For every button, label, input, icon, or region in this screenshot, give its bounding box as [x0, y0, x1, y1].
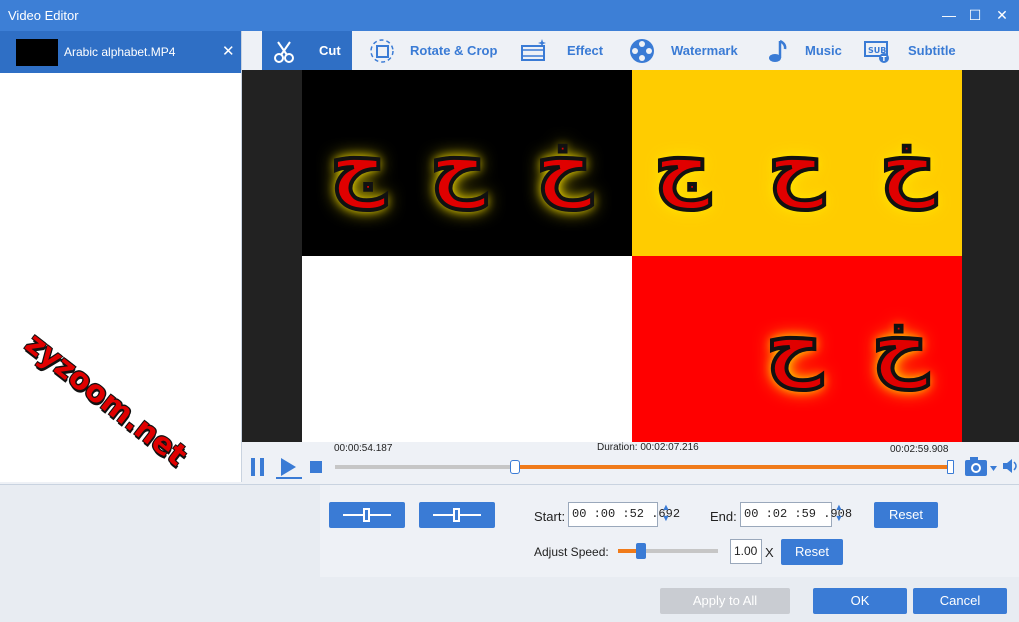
reset-time-button[interactable]: Reset [874, 502, 938, 528]
cut-panel: Start: 00 :00 :52 .692 ▲ ▼ End: 00 :02 :5… [320, 485, 1019, 577]
watermark-text: zyzoom.net [18, 326, 194, 474]
pause-icon[interactable] [250, 458, 266, 476]
end-time: 00:02:59.908 [890, 444, 949, 455]
stop-icon[interactable] [310, 461, 322, 473]
volume-icon[interactable] [1002, 458, 1019, 474]
arabic-letter: خ [878, 120, 938, 210]
duration-text: Duration: 00:02:07.216 [597, 442, 699, 453]
camera-icon[interactable] [964, 456, 998, 478]
cut-settings-area: Start: 00 :00 :52 .692 ▲ ▼ End: 00 :02 :5… [0, 484, 1019, 622]
tab-rotate-crop-label: Rotate & Crop [410, 43, 498, 58]
playback-controls: 00:00:54.187 Duration: 00:02:07.216 00:0… [242, 442, 1019, 484]
video-frame: ج ح خ ج ح خ ح خ [302, 70, 962, 442]
play-to-end-icon[interactable] [276, 457, 302, 479]
tab-subtitle-label: Subtitle [908, 43, 956, 58]
maximize-button[interactable]: ☐ [963, 4, 987, 26]
tab-cut-label: Cut [319, 43, 341, 58]
end-label: End: [710, 509, 737, 524]
tab-cut[interactable]: Cut [262, 31, 352, 70]
file-close-icon[interactable]: ✕ [222, 42, 235, 60]
quadrant-red: ح خ [632, 256, 962, 442]
speed-slider[interactable] [618, 543, 718, 559]
tab-music[interactable]: Music [755, 31, 850, 70]
file-thumbnail [16, 39, 58, 66]
title-bar: Video Editor — ☐ ✕ [0, 0, 1019, 31]
film-reel-icon [630, 39, 654, 63]
cancel-button[interactable]: Cancel [913, 588, 1007, 614]
scissors-icon [274, 41, 294, 63]
start-label: Start: [534, 509, 566, 524]
subtitle-icon: SUB T [864, 41, 889, 63]
speed-unit: X [765, 545, 774, 560]
tab-effect[interactable]: Effect [512, 31, 612, 70]
arabic-letter: ج [328, 120, 388, 210]
speed-slider-handle[interactable] [636, 543, 646, 559]
split-left-icon [363, 508, 370, 522]
end-spinner-icon[interactable]: ▲ ▼ [832, 502, 846, 527]
split-right-button[interactable] [419, 502, 495, 528]
window-title: Video Editor [8, 8, 79, 23]
minimize-button[interactable]: — [937, 4, 961, 26]
start-time-field[interactable]: 00 :00 :52 .692 [568, 502, 680, 527]
selected-range [515, 465, 952, 469]
tab-subtitle[interactable]: SUB T Subtitle [855, 31, 965, 70]
arabic-letter: خ [870, 300, 930, 390]
end-time-field[interactable]: 00 :02 :59 .908 [740, 502, 852, 527]
film-sparkle-icon [521, 39, 546, 61]
arabic-letter: خ [534, 120, 594, 210]
speed-value-field[interactable]: 1.00 [730, 539, 762, 564]
quadrant-black: ج ح خ [302, 70, 632, 256]
timeline-slider[interactable] [335, 460, 954, 474]
end-handle[interactable] [947, 460, 954, 474]
quadrant-white [302, 256, 632, 442]
file-sidebar: Arabic alphabet.MP4 ✕ zyzoom.net [0, 31, 242, 482]
tab-rotate-crop[interactable]: Rotate & Crop [360, 31, 502, 70]
start-spinner-icon[interactable]: ▲ ▼ [659, 502, 673, 527]
arabic-letter: ح [764, 300, 824, 390]
crop-rotate-icon [370, 39, 394, 63]
close-button[interactable]: ✕ [990, 4, 1014, 26]
ok-button[interactable]: OK [813, 588, 907, 614]
split-right-icon [453, 508, 460, 522]
split-left-button[interactable] [329, 502, 405, 528]
apply-to-all-button[interactable]: Apply to All [660, 588, 790, 614]
adjust-speed-label: Adjust Speed: [534, 545, 609, 559]
start-handle[interactable] [510, 460, 520, 474]
editor-toolbar: Cut Rotate & Crop Effect Watermark Music… [242, 31, 1019, 70]
current-time: 00:00:54.187 [334, 443, 393, 454]
svg-text:T: T [882, 55, 887, 63]
quadrant-yellow: ج ح خ [632, 70, 962, 256]
reset-speed-button[interactable]: Reset [781, 539, 843, 565]
arabic-letter: ح [428, 120, 488, 210]
tab-music-label: Music [805, 43, 842, 58]
arabic-letter: ج [652, 120, 712, 210]
arabic-letter: ح [766, 120, 826, 210]
tab-effect-label: Effect [567, 43, 604, 58]
file-tab[interactable]: Arabic alphabet.MP4 ✕ [0, 31, 241, 73]
tab-watermark[interactable]: Watermark [620, 31, 745, 70]
music-note-icon [769, 39, 787, 62]
file-name: Arabic alphabet.MP4 [64, 45, 176, 59]
tab-watermark-label: Watermark [671, 43, 738, 58]
video-preview: ج ح خ ج ح خ ح خ [242, 70, 1019, 442]
